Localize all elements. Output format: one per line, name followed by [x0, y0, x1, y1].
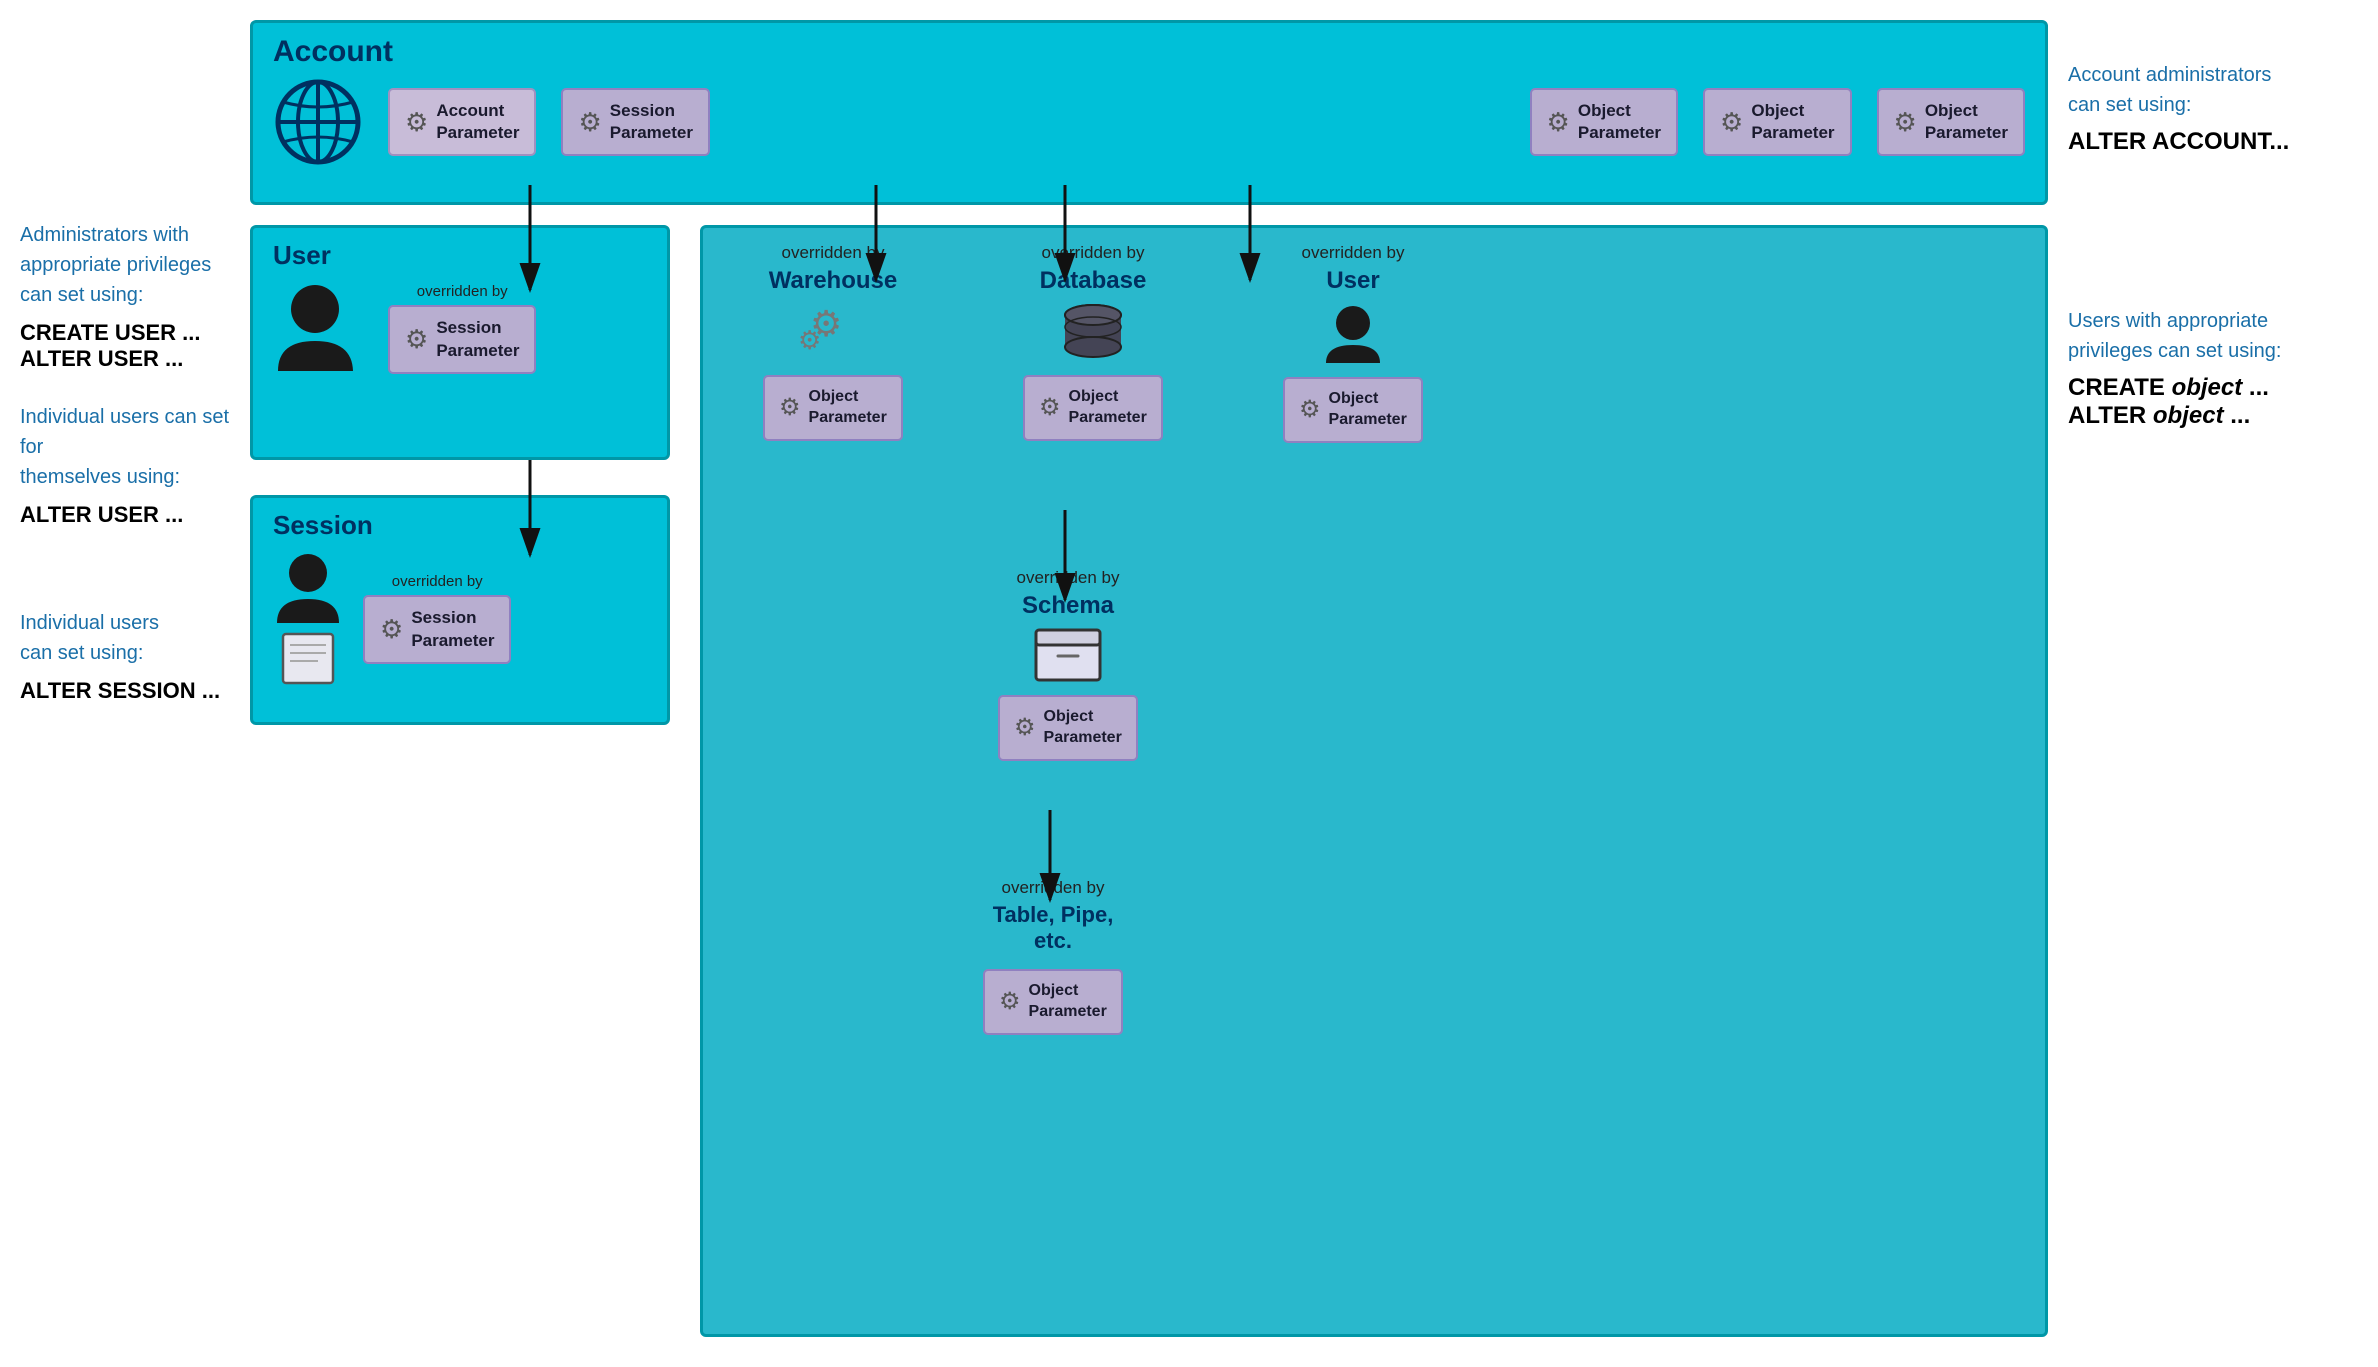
warehouse-param-label: ObjectParameter — [809, 387, 887, 429]
session-param-label-user: SessionParameter — [436, 317, 519, 361]
gear-icon-sess-param-acct: ⚙ — [578, 107, 601, 138]
create-alter-object-cmd: CREATE object ...ALTER object ... — [2068, 374, 2358, 430]
schema-param-label: ObjectParameter — [1044, 707, 1122, 749]
left-sidebar: Administrators withappropriate privilege… — [20, 220, 240, 704]
obj-param-label-3: ObjectParameter — [1925, 100, 2008, 144]
gear-icon-sess-session: ⚙ — [380, 614, 403, 645]
gear-icon-obj2: ⚙ — [1720, 107, 1743, 138]
ov-schema: overridden by — [1016, 568, 1119, 588]
user-obj-param-label: ObjectParameter — [1329, 389, 1407, 431]
session-box: Session overridden by — [250, 495, 670, 725]
account-admin-text: Account administratorscan set using: — [2068, 60, 2358, 120]
table-column: overridden by Table, Pipe,etc. ⚙ ObjectP… — [983, 878, 1123, 1035]
object-param-box-3: ⚙ ObjectParameter — [1877, 88, 2025, 156]
globe-icon — [273, 77, 363, 167]
database-param-label: ObjectParameter — [1069, 387, 1147, 429]
ov-warehouse: overridden by — [781, 243, 884, 263]
ov-user-obj: overridden by — [1301, 243, 1404, 263]
database-column: overridden by Database ⚙ ObjectParameter — [1023, 243, 1163, 441]
ov-database: overridden by — [1041, 243, 1144, 263]
session-param-box-session: ⚙ SessionParameter — [363, 595, 511, 663]
session-param-box-user: ⚙ SessionParameter — [388, 305, 536, 373]
user-obj-title: User — [1326, 267, 1379, 295]
gear-icon-user-obj: ⚙ — [1299, 395, 1321, 424]
gear-icon-obj1: ⚙ — [1547, 107, 1570, 138]
warehouse-title: Warehouse — [769, 267, 897, 295]
overridden-by-user: overridden by — [417, 283, 508, 300]
gear-icon-schema: ⚙ — [1014, 713, 1036, 742]
session-param-label-account: SessionParameter — [610, 100, 693, 144]
overridden-by-session: overridden by — [392, 573, 483, 590]
admin-text: Administrators withappropriate privilege… — [20, 220, 240, 310]
session-param-box-account: ⚙ SessionParameter — [561, 88, 709, 156]
alter-user-cmd: ALTER USER ... — [20, 502, 240, 528]
session-document-icon — [278, 631, 338, 686]
warehouse-icon: ⚙ ⚙ — [798, 303, 868, 363]
alter-account-cmd: ALTER ACCOUNT... — [2068, 128, 2358, 156]
alter-session-cmd: ALTER SESSION ... — [20, 678, 240, 704]
user-obj-param: ⚙ ObjectParameter — [1283, 377, 1423, 443]
session-title: Session — [273, 510, 647, 541]
database-icon — [1061, 303, 1126, 363]
user-obj-column: overridden by User ⚙ ObjectParameter — [1283, 243, 1423, 443]
schema-title: Schema — [1022, 592, 1114, 620]
users-priv-text: Users with appropriateprivileges can set… — [2068, 306, 2358, 366]
schema-obj-param: ⚙ ObjectParameter — [998, 695, 1138, 761]
table-title: Table, Pipe,etc. — [993, 902, 1114, 954]
individual-session-text: Individual userscan set using: — [20, 608, 240, 668]
gear-icon-obj3: ⚙ — [1894, 107, 1917, 138]
gear-icon-wh: ⚙ — [779, 393, 801, 422]
account-param-box: ⚙ AccountParameter — [388, 88, 536, 156]
table-param-label: ObjectParameter — [1029, 981, 1107, 1023]
account-param-label: AccountParameter — [436, 100, 519, 144]
user-person-icon — [273, 281, 358, 376]
user-box: User overridden by ⚙ SessionParameter — [250, 225, 670, 460]
warehouse-column: overridden by Warehouse ⚙ ⚙ ⚙ ObjectPara… — [763, 243, 903, 441]
object-param-box-2: ⚙ ObjectParameter — [1703, 88, 1851, 156]
gear-icon-table: ⚙ — [999, 987, 1021, 1016]
gear-icon-sess-user: ⚙ — [405, 324, 428, 355]
ov-table: overridden by — [1001, 878, 1104, 898]
right-sidebar: Account administratorscan set using: ALT… — [2068, 60, 2358, 430]
obj-param-label-2: ObjectParameter — [1751, 100, 1834, 144]
table-obj-param: ⚙ ObjectParameter — [983, 969, 1123, 1035]
schema-icon — [1034, 628, 1102, 683]
schema-column: overridden by Schema ⚙ ObjectParameter — [998, 568, 1138, 761]
user-title: User — [273, 240, 647, 271]
object-param-box-1: ⚙ ObjectParameter — [1530, 88, 1678, 156]
warehouse-obj-param: ⚙ ObjectParameter — [763, 375, 903, 441]
database-title: Database — [1040, 267, 1147, 295]
session-param-label-session: SessionParameter — [411, 607, 494, 651]
account-title: Account — [273, 35, 2025, 69]
obj-param-label-1: ObjectParameter — [1578, 100, 1661, 144]
database-obj-param: ⚙ ObjectParameter — [1023, 375, 1163, 441]
user-small-icon — [1323, 303, 1383, 365]
objects-box: overridden by Warehouse ⚙ ⚙ ⚙ ObjectPara… — [700, 225, 2048, 1337]
individual-user-text: Individual users can set forthemselves u… — [20, 402, 240, 492]
account-box: Account ⚙ AccountParameter ⚙ SessionPara… — [250, 20, 2048, 205]
gear-icon-acct-param: ⚙ — [405, 107, 428, 138]
create-alter-user-cmd: CREATE USER ...ALTER USER ... — [20, 320, 240, 372]
gear-icon-db: ⚙ — [1039, 393, 1061, 422]
session-person-icon — [273, 551, 343, 626]
